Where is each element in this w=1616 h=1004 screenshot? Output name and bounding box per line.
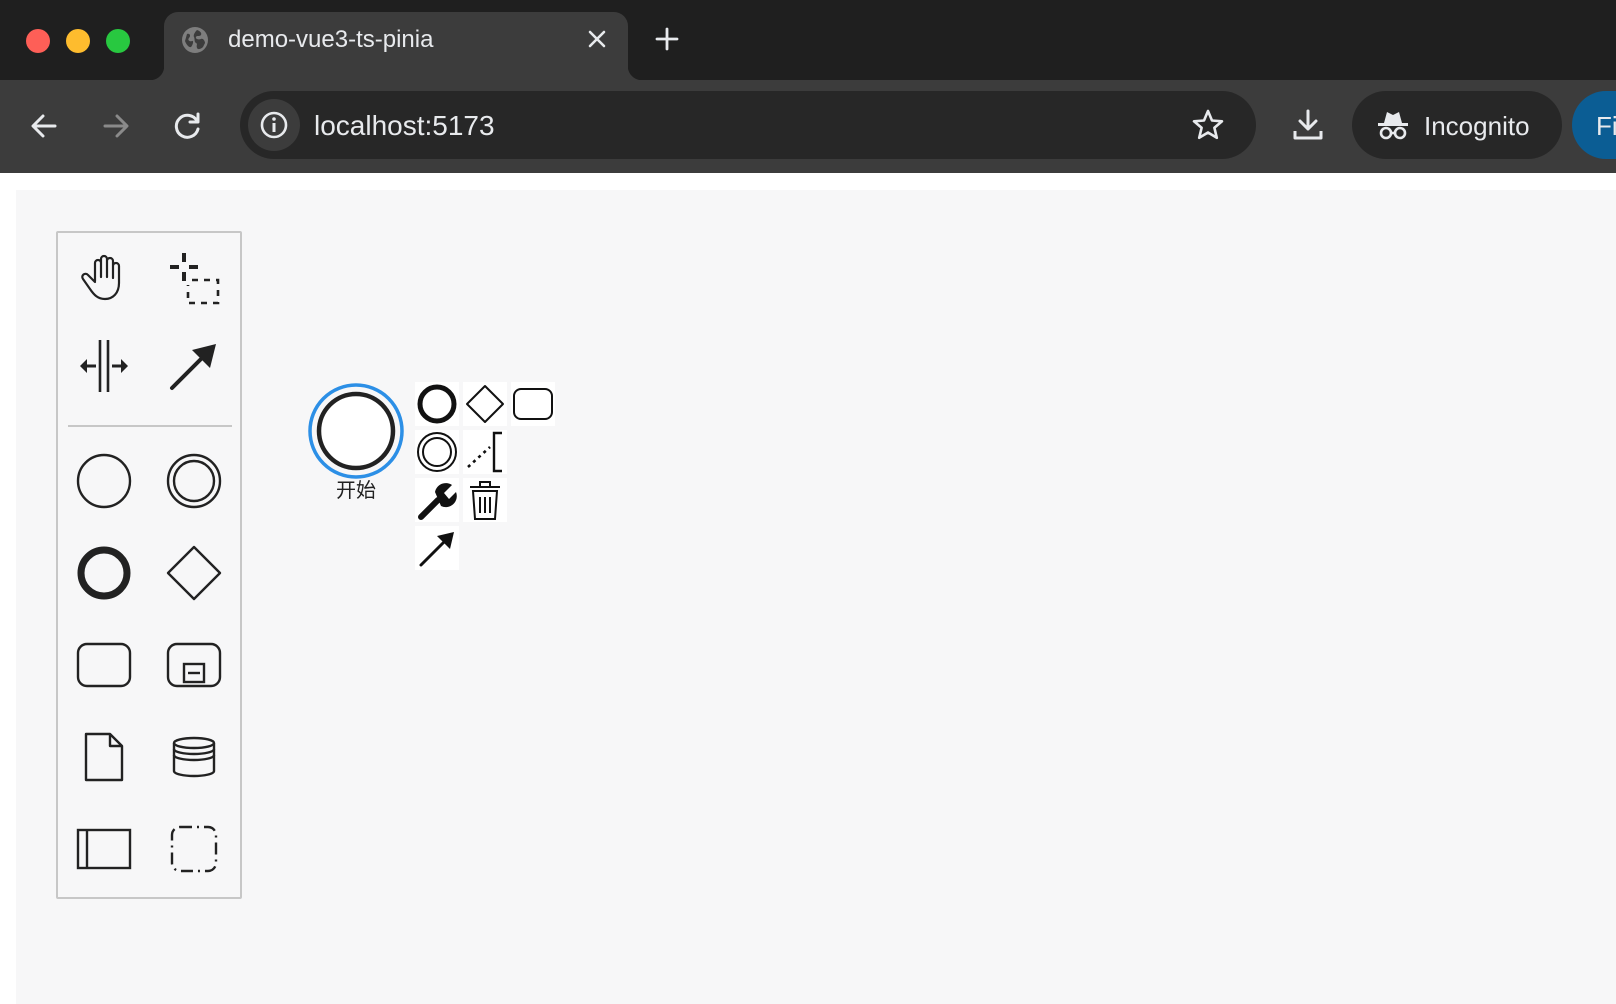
bpmn-canvas[interactable] [16, 190, 1616, 1004]
start-event-icon[interactable] [70, 447, 138, 515]
lasso-tool-icon[interactable] [160, 243, 228, 311]
maximize-window-button[interactable] [106, 29, 130, 53]
append-end-event-icon[interactable] [415, 382, 459, 426]
url-text[interactable]: localhost:5173 [314, 109, 495, 143]
global-connect-icon[interactable] [160, 332, 228, 400]
task-icon[interactable] [70, 631, 138, 699]
incognito-label: Incognito [1424, 111, 1530, 141]
forward-icon[interactable] [100, 110, 132, 142]
data-object-icon[interactable] [70, 723, 138, 791]
reload-icon[interactable] [172, 110, 204, 142]
globe-icon [181, 26, 209, 54]
close-window-button[interactable] [26, 29, 50, 53]
minimize-window-button[interactable] [66, 29, 90, 53]
group-icon[interactable] [160, 815, 228, 883]
new-tab-icon[interactable] [654, 26, 680, 52]
hand-tool-icon[interactable] [70, 243, 138, 311]
append-intermediate-event-icon[interactable] [415, 430, 459, 474]
connect-icon[interactable] [415, 526, 459, 570]
palette-separator [68, 425, 232, 427]
profile-label: Fi [1596, 111, 1616, 141]
download-icon[interactable] [1291, 108, 1325, 142]
close-tab-icon[interactable] [586, 28, 608, 50]
participant-icon[interactable] [70, 815, 138, 883]
end-event-icon[interactable] [70, 539, 138, 607]
append-gateway-icon[interactable] [463, 382, 507, 426]
start-event-label[interactable]: 开始 [316, 479, 396, 503]
intermediate-event-icon[interactable] [160, 447, 228, 515]
back-icon[interactable] [28, 110, 60, 142]
start-event-shape[interactable] [307, 382, 405, 480]
bookmark-star-icon[interactable] [1191, 108, 1225, 142]
gateway-icon[interactable] [160, 539, 228, 607]
change-type-icon[interactable] [415, 478, 459, 522]
info-icon [259, 110, 289, 140]
incognito-icon [1376, 109, 1410, 141]
tab-title: demo-vue3-ts-pinia [228, 26, 434, 53]
delete-icon[interactable] [463, 478, 507, 522]
append-text-annotation-icon[interactable] [463, 430, 507, 474]
space-tool-icon[interactable] [70, 332, 138, 400]
data-store-icon[interactable] [160, 723, 228, 791]
subprocess-icon[interactable] [160, 631, 228, 699]
append-task-icon[interactable] [511, 382, 555, 426]
